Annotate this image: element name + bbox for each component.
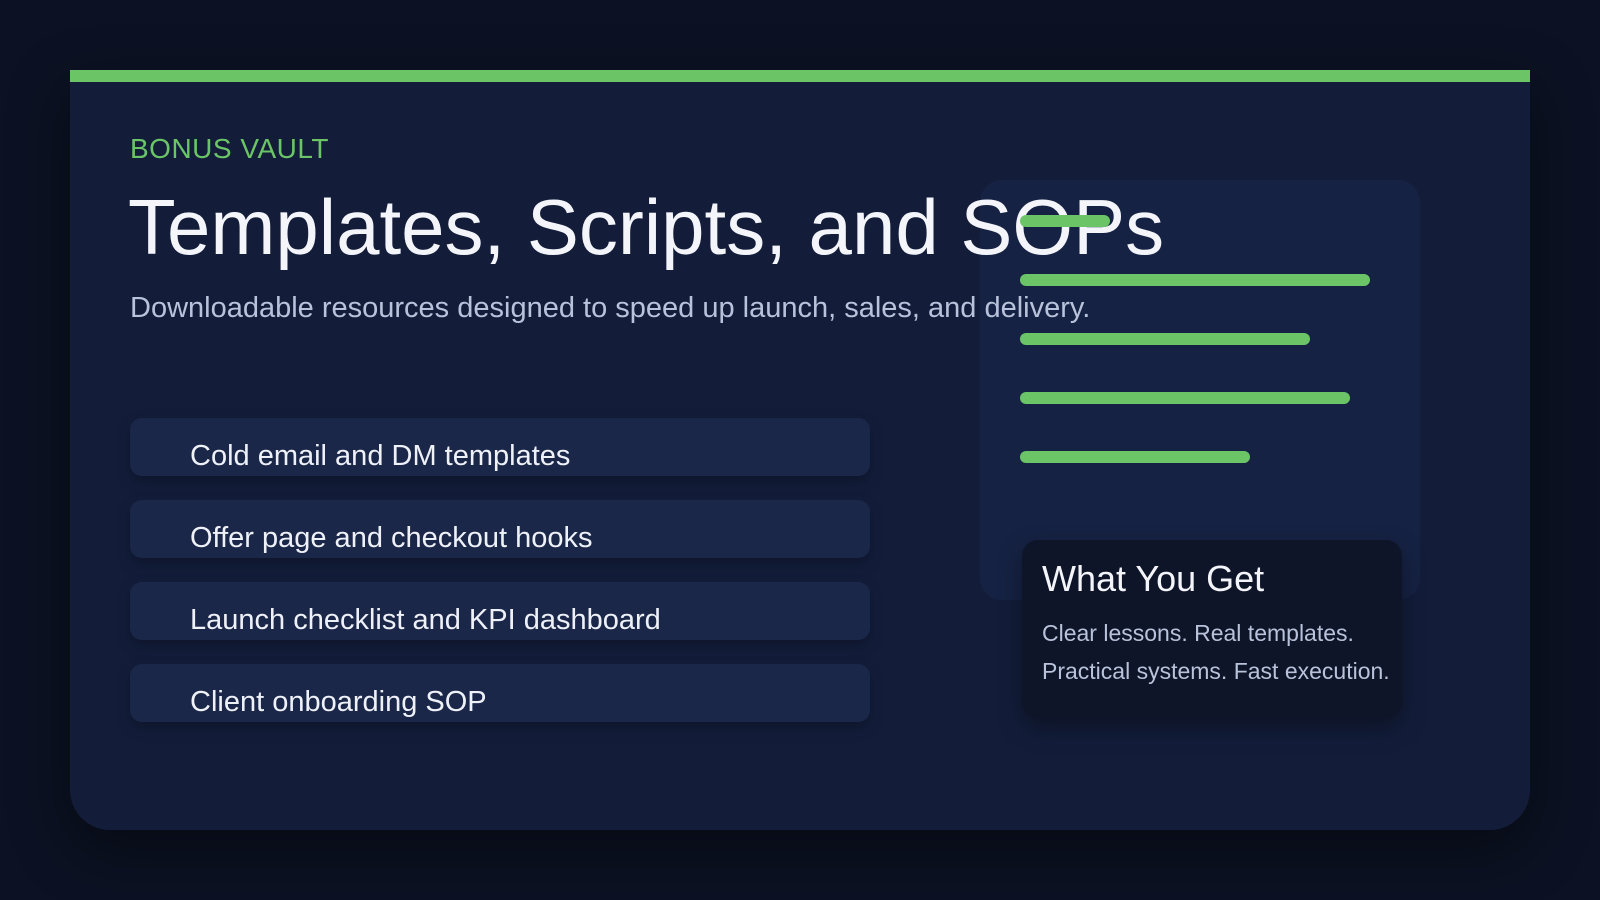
accent-bar: [70, 70, 1530, 82]
list-item: Cold email and DM templates: [130, 418, 870, 476]
info-card-line: Practical systems. Fast execution.: [1042, 658, 1390, 684]
list-item-label: Offer page and checkout hooks: [190, 522, 593, 554]
list-item-label: Launch checklist and KPI dashboard: [190, 604, 661, 636]
content-card: BONUS VAULT Templates, Scripts, and SOPs…: [70, 70, 1530, 830]
list-item: Launch checklist and KPI dashboard: [130, 582, 870, 640]
info-card-title: What You Get: [1042, 558, 1265, 599]
info-card-text: Clear lessons. Real templates. Practical…: [1042, 614, 1412, 690]
decorative-bar: [1020, 274, 1370, 286]
decorative-bar: [1020, 215, 1110, 227]
list-item: Offer page and checkout hooks: [130, 500, 870, 558]
eyebrow-label: BONUS VAULT: [130, 133, 329, 164]
page-title: Templates, Scripts, and SOPs: [128, 183, 1165, 271]
info-card-line: Clear lessons. Real templates.: [1042, 620, 1354, 646]
slide: BONUS VAULT Templates, Scripts, and SOPs…: [0, 0, 1600, 900]
list-item-label: Client onboarding SOP: [190, 686, 487, 718]
decorative-bar: [1020, 392, 1350, 404]
resource-list: Cold email and DM templates Offer page a…: [130, 418, 870, 746]
list-item: Client onboarding SOP: [130, 664, 870, 722]
what-you-get-card: What You Get Clear lessons. Real templat…: [1022, 540, 1402, 718]
decorative-bar: [1020, 451, 1250, 463]
decorative-bar: [1020, 333, 1310, 345]
list-item-label: Cold email and DM templates: [190, 440, 571, 472]
page-subtitle: Downloadable resources designed to speed…: [130, 292, 1091, 324]
